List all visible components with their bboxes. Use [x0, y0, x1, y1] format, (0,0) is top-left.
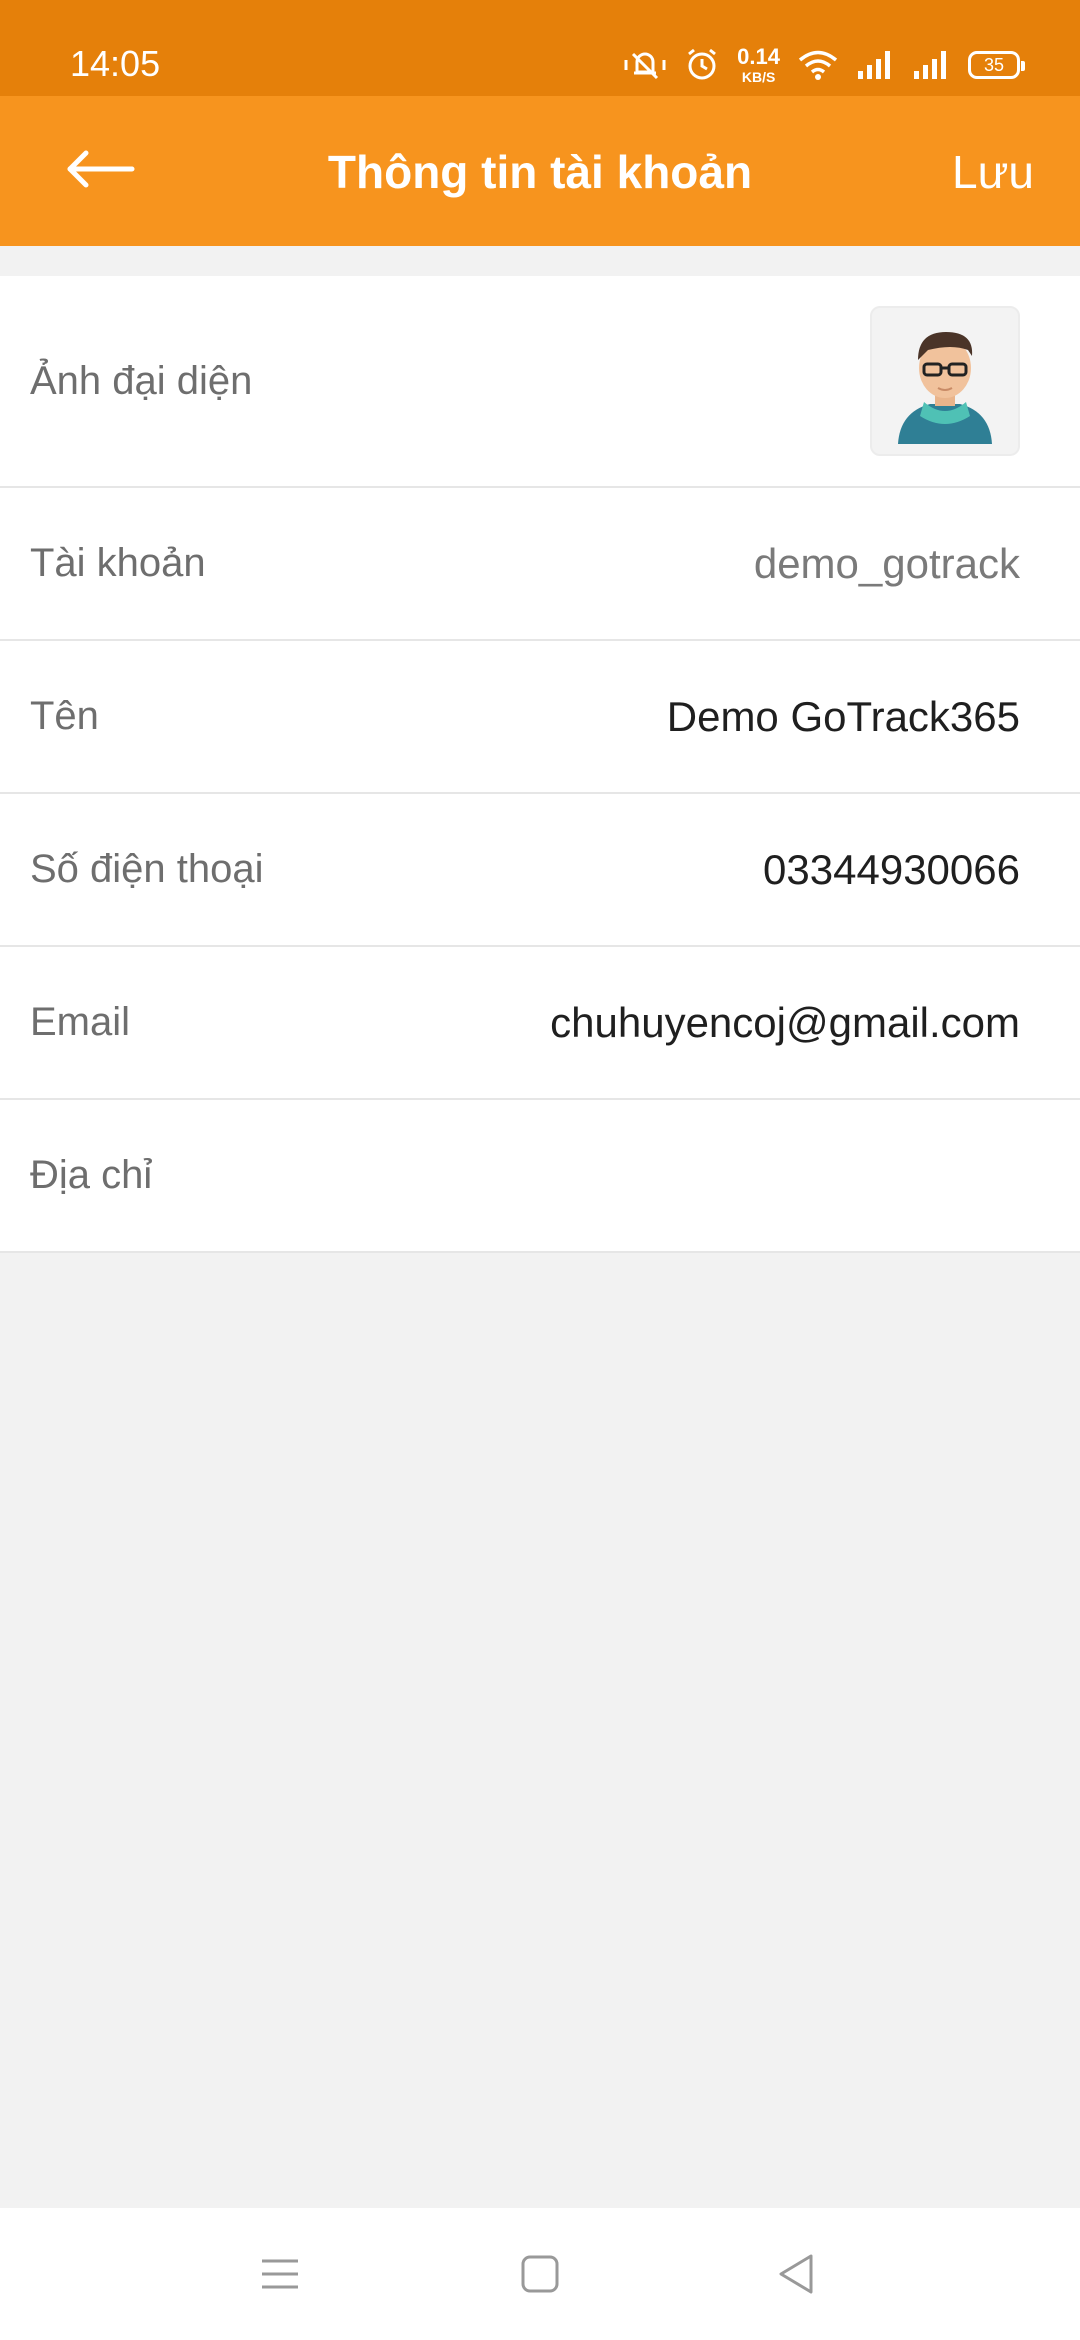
app-bar: Thông tin tài khoản Lưu — [0, 96, 1080, 246]
name-row[interactable]: Tên Demo GoTrack365 — [0, 641, 1080, 794]
phone-value[interactable]: 03344930066 — [763, 846, 1020, 894]
avatar-label: Ảnh đại diện — [30, 358, 253, 403]
name-value[interactable]: Demo GoTrack365 — [667, 693, 1020, 741]
page-title: Thông tin tài khoản — [327, 146, 753, 198]
wifi-icon — [798, 49, 838, 81]
phone-row[interactable]: Số điện thoại 03344930066 — [0, 794, 1080, 947]
system-nav-bar — [0, 2208, 1080, 2340]
avatar-row[interactable]: Ảnh đại diện — [0, 276, 1080, 488]
vibrate-muted-icon — [623, 48, 667, 82]
address-label: Địa chỉ — [30, 1153, 153, 1197]
email-row[interactable]: Email chuhuyencoj@gmail.com — [0, 947, 1080, 1100]
account-label: Tài khoản — [30, 541, 206, 585]
menu-icon — [258, 2255, 302, 2298]
name-label: Tên — [30, 694, 99, 738]
account-value: demo_gotrack — [753, 539, 1020, 587]
account-info-form: Ảnh đại diện Tài khoản demo_gotrack Tên … — [0, 276, 1080, 1253]
status-bar: 14:05 0.14 KB/S 35 — [0, 0, 1080, 96]
network-speed-unit: KB/S — [741, 69, 776, 85]
triangle-back-icon — [775, 2252, 817, 2301]
email-value[interactable]: chuhuyencoj@gmail.com — [550, 999, 1020, 1047]
address-row[interactable]: Địa chỉ — [0, 1100, 1080, 1253]
alarm-icon — [685, 48, 719, 82]
home-square-icon — [519, 2253, 561, 2300]
battery-icon: 35 — [968, 51, 1025, 79]
status-time: 14:05 — [70, 43, 161, 84]
network-speed: 0.14 KB/S — [737, 44, 780, 85]
save-button[interactable]: Lưu — [952, 144, 1034, 200]
avatar[interactable] — [870, 306, 1020, 456]
nav-back-button[interactable] — [766, 2248, 826, 2304]
signal-1-icon — [856, 49, 894, 81]
account-row[interactable]: Tài khoản demo_gotrack — [0, 488, 1080, 641]
email-label: Email — [30, 1000, 131, 1044]
status-icons: 0.14 KB/S 35 — [623, 40, 1025, 90]
home-button[interactable] — [510, 2248, 570, 2304]
signal-2-icon — [912, 49, 950, 81]
phone-label: Số điện thoại — [30, 847, 264, 891]
recent-apps-button[interactable] — [250, 2248, 310, 2304]
user-avatar-icon — [898, 332, 992, 444]
network-speed-value: 0.14 — [737, 44, 780, 69]
